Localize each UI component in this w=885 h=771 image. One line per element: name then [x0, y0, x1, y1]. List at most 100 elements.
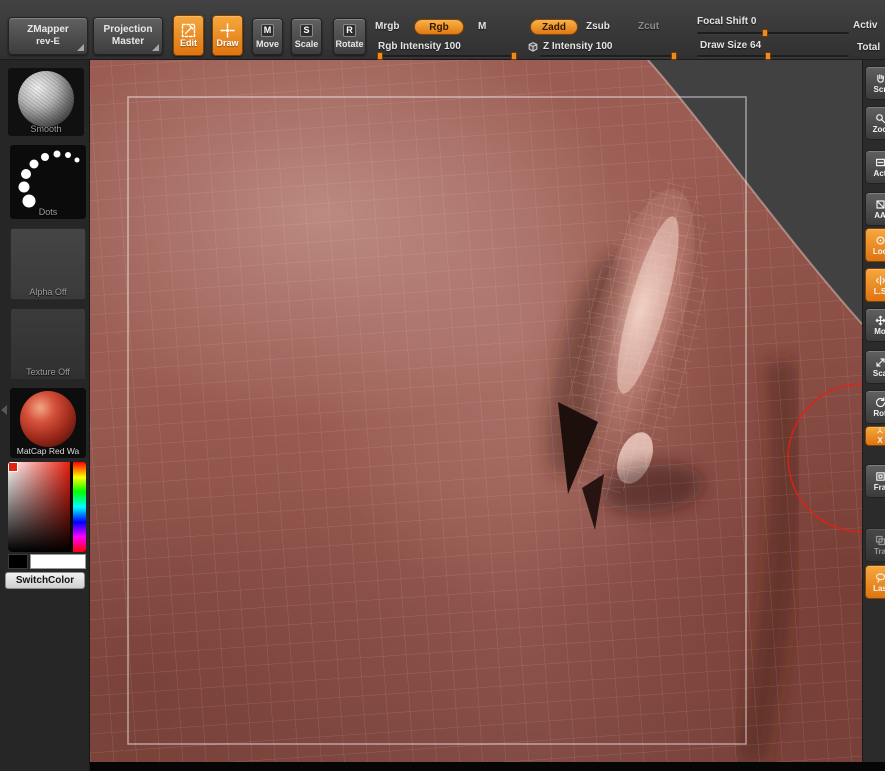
- rotate-button[interactable]: R Rotate: [333, 18, 366, 55]
- shelf-label: Las: [873, 583, 885, 593]
- projection-label-line1: Projection: [103, 24, 153, 35]
- shelf-label: Rot: [873, 408, 885, 418]
- shelf-label: Scr: [873, 84, 885, 94]
- smooth-brush-icon: [18, 71, 74, 127]
- edit-button[interactable]: Edit: [173, 15, 204, 56]
- mrgb-toggle[interactable]: Mrgb: [375, 21, 399, 32]
- zcut-toggle[interactable]: Zcut: [638, 21, 659, 32]
- rgb-toggle[interactable]: Rgb: [414, 19, 464, 35]
- move-letter-icon: M: [261, 23, 274, 37]
- projection-label-line2: Master: [111, 36, 145, 47]
- move-arrows-icon: [875, 315, 885, 325]
- shelf-label: L.S: [873, 286, 885, 296]
- saturation-value-gradient[interactable]: [8, 462, 70, 552]
- lasso-icon: [875, 572, 885, 583]
- alpha-label: Alpha Off: [29, 287, 67, 297]
- projection-master-button[interactable]: Projection Master: [93, 17, 163, 55]
- actual-size-icon: [875, 158, 885, 166]
- draw-button[interactable]: Draw: [212, 15, 243, 56]
- sculpt-viewport[interactable]: [90, 60, 862, 762]
- brush-label: Smooth: [30, 124, 62, 134]
- active-points-counter: Activ: [853, 20, 878, 31]
- stroke-label: Dots: [38, 207, 58, 217]
- focal-shift-thumb[interactable]: [762, 29, 769, 37]
- shelf-label: Sca: [872, 368, 885, 378]
- zadd-toggle[interactable]: Zadd: [530, 19, 578, 35]
- material-thumbnail[interactable]: MatCap Red Wa: [10, 388, 86, 458]
- bottom-bar: [90, 762, 885, 771]
- cube-icon: [528, 42, 538, 52]
- secondary-color-swatch[interactable]: [8, 554, 28, 569]
- tray-toggle-arrow[interactable]: [1, 405, 7, 415]
- shelf-button-lasso[interactable]: Las: [865, 565, 885, 599]
- zbrush-app: ZMapper rev-E Projection Master Edit Dra…: [0, 0, 885, 771]
- texture-label: Texture Off: [26, 367, 70, 377]
- color-picker[interactable]: [8, 462, 86, 552]
- scale-button[interactable]: S Scale: [291, 18, 322, 55]
- texture-thumbnail[interactable]: Texture Off: [10, 308, 86, 380]
- focal-shift-label: Focal Shift 0: [697, 16, 757, 27]
- local-pivot-icon: [875, 235, 885, 245]
- edit-label: Edit: [180, 37, 197, 48]
- zmapper-label-line2: rev-E: [36, 36, 60, 48]
- shelf-button-xyz[interactable]: X: [865, 426, 885, 446]
- shelf-label: X: [877, 436, 883, 445]
- shelf-button-lsym[interactable]: L.S: [865, 268, 885, 302]
- magnifier-icon: [875, 113, 885, 123]
- draw-size-thumb[interactable]: [765, 52, 772, 60]
- scale-label: Scale: [294, 38, 319, 49]
- move-label: Move: [255, 38, 279, 49]
- hand-icon: [876, 73, 884, 83]
- shelf-button-move[interactable]: Mo: [865, 308, 885, 342]
- scale-arrow-icon: [875, 357, 885, 367]
- frame-icon: [875, 471, 885, 481]
- right-shelf: Scr Zoo Act AA Loc: [862, 60, 885, 762]
- zmapper-button[interactable]: ZMapper rev-E: [8, 17, 88, 55]
- xyz-axes-icon: [877, 427, 883, 434]
- shelf-label: Act: [873, 168, 885, 178]
- shelf-button-scale[interactable]: Sca: [865, 350, 885, 384]
- rotate-letter-icon: R: [343, 23, 356, 37]
- rgb-intensity-thumb[interactable]: [511, 52, 517, 60]
- move-button[interactable]: M Move: [252, 18, 283, 55]
- draw-label: Draw: [216, 37, 239, 48]
- draw-crosshair-icon: [220, 22, 235, 38]
- shelf-button-zoom[interactable]: Zoo: [865, 106, 885, 140]
- m-toggle[interactable]: M: [478, 21, 486, 32]
- shelf-button-local[interactable]: Loc: [865, 228, 885, 262]
- draw-size-label: Draw Size 64: [700, 40, 762, 51]
- shelf-button-frame[interactable]: Fra: [865, 464, 885, 498]
- model-render-overlay: [90, 60, 862, 762]
- transparency-icon: [875, 535, 885, 545]
- zsub-toggle[interactable]: Zsub: [586, 21, 610, 32]
- rotate-label: Rotate: [335, 38, 364, 49]
- edit-icon: [181, 23, 196, 37]
- rgb-intensity-label: Rgb Intensity 100: [378, 41, 461, 52]
- shelf-button-actual[interactable]: Act: [865, 150, 885, 184]
- z-intensity-slider[interactable]: [540, 52, 677, 60]
- material-label: MatCap Red Wa: [16, 446, 80, 456]
- brush-thumbnail[interactable]: Smooth: [8, 68, 84, 136]
- z-intensity-thumb[interactable]: [671, 52, 677, 60]
- rgb-intensity-thumb-left[interactable]: [377, 52, 383, 60]
- shelf-label: Loc: [872, 246, 885, 256]
- hue-strip[interactable]: [73, 462, 86, 552]
- shelf-button-transp[interactable]: Tra: [865, 528, 885, 562]
- shelf-label: Mo: [874, 326, 885, 336]
- rgb-intensity-slider[interactable]: [377, 52, 517, 60]
- left-tool-panel: Smooth Dots Alpha Off Texture Off MatCap…: [0, 60, 90, 771]
- alpha-thumbnail[interactable]: Alpha Off: [10, 228, 86, 300]
- shelf-button-aahalf[interactable]: AA: [865, 192, 885, 226]
- stroke-thumbnail[interactable]: Dots: [10, 145, 86, 219]
- focal-shift-slider[interactable]: [697, 29, 849, 37]
- shelf-button-rotate[interactable]: Rot: [865, 390, 885, 424]
- switch-color-button[interactable]: SwitchColor: [5, 572, 85, 589]
- shelf-button-scroll[interactable]: Scr: [865, 66, 885, 100]
- aa-half-icon: [875, 199, 885, 209]
- scale-letter-icon: S: [300, 23, 313, 37]
- shelf-label: Fra: [873, 482, 885, 492]
- current-color-swatch: [8, 462, 18, 472]
- rotate-arc-icon: [875, 396, 885, 407]
- background-color-swatch[interactable]: [30, 554, 86, 569]
- draw-size-slider[interactable]: [697, 52, 849, 60]
